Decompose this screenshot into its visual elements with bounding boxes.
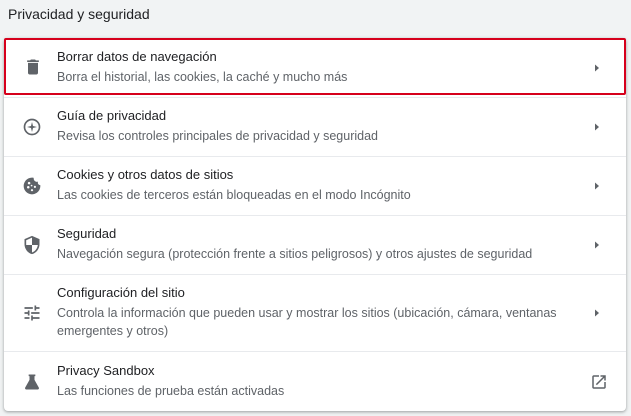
flask-icon xyxy=(22,372,42,392)
chevron-right-icon xyxy=(592,122,602,132)
clear-browsing-data-row[interactable]: Borrar datos de navegación Borra el hist… xyxy=(4,38,626,95)
row-label: Cookies y otros datos de sitios xyxy=(57,167,234,182)
open-in-new-icon[interactable] xyxy=(590,373,608,391)
privacy-guide-icon xyxy=(22,117,42,137)
cookies-row[interactable]: Cookies y otros datos de sitios Las cook… xyxy=(4,156,626,215)
section-title: Privacidad y seguridad xyxy=(8,6,150,22)
site-settings-row[interactable]: Configuración del sitio Controla la info… xyxy=(4,274,626,351)
shield-icon xyxy=(22,235,42,255)
chevron-right-icon xyxy=(592,240,602,250)
row-label: Configuración del sitio xyxy=(57,285,185,300)
row-sublabel: Controla la información que pueden usar … xyxy=(57,306,557,338)
cookie-icon xyxy=(22,176,42,196)
row-sublabel: Las cookies de terceros están bloqueadas… xyxy=(57,188,411,202)
security-row[interactable]: Seguridad Navegación segura (protección … xyxy=(4,215,626,274)
trash-icon xyxy=(23,57,43,77)
row-label: Seguridad xyxy=(57,226,117,241)
row-label: Privacy Sandbox xyxy=(57,363,155,378)
privacy-security-card: Borrar datos de navegación Borra el hist… xyxy=(4,38,626,411)
row-sublabel: Revisa los controles principales de priv… xyxy=(57,129,379,143)
row-sublabel: Navegación segura (protección frente a s… xyxy=(57,247,533,261)
chevron-right-icon xyxy=(592,308,602,318)
chevron-right-icon xyxy=(592,181,602,191)
chevron-right-icon xyxy=(592,63,602,73)
row-sublabel: Las funciones de prueba están activadas xyxy=(57,384,285,398)
row-sublabel: Borra el historial, las cookies, la cach… xyxy=(57,70,348,84)
tune-icon xyxy=(22,303,42,323)
privacy-sandbox-row[interactable]: Privacy Sandbox Las funciones de prueba … xyxy=(4,351,626,411)
row-label: Guía de privacidad xyxy=(57,108,167,123)
row-label: Borrar datos de navegación xyxy=(57,49,217,64)
privacy-guide-row[interactable]: Guía de privacidad Revisa los controles … xyxy=(4,97,626,156)
